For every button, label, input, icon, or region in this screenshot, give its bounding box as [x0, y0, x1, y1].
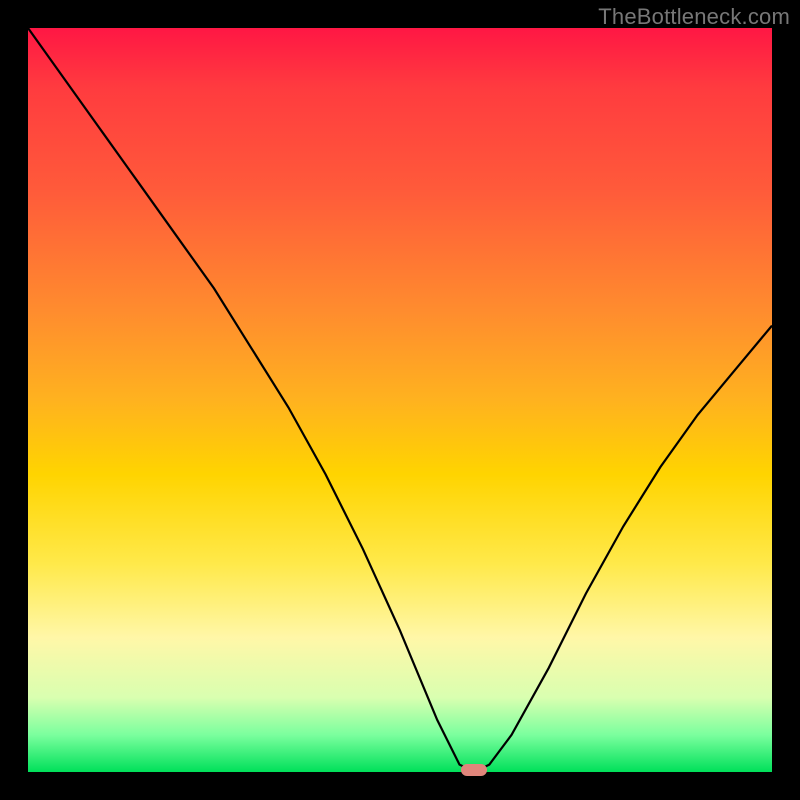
plot-area: [28, 28, 772, 772]
optimal-marker: [461, 764, 487, 776]
bottleneck-curve: [28, 28, 772, 772]
watermark-text: TheBottleneck.com: [598, 4, 790, 30]
chart-frame: TheBottleneck.com: [0, 0, 800, 800]
